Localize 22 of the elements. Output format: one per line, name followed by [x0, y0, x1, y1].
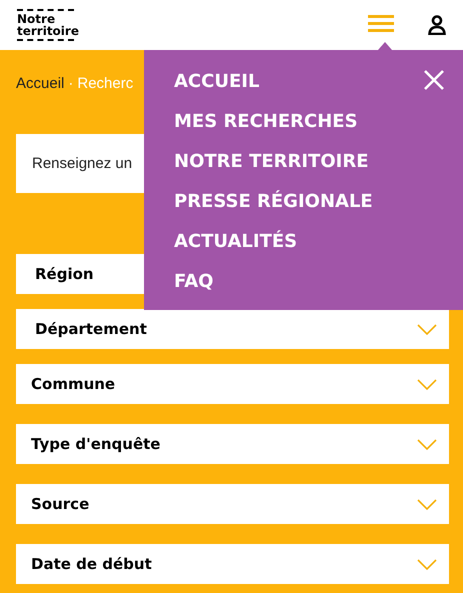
- breadcrumb-current: Recherc: [77, 75, 134, 94]
- chevron-down-icon: [417, 438, 437, 450]
- close-icon[interactable]: [424, 70, 444, 90]
- menu-item[interactable]: FAQ: [174, 268, 214, 295]
- menu-item[interactable]: PRESSE RÉGIONALE: [174, 188, 373, 215]
- filter-select[interactable]: Type d'enquête: [16, 424, 449, 464]
- filter-select[interactable]: Commune: [16, 364, 449, 404]
- filter-select[interactable]: Date de début: [16, 544, 449, 584]
- menu-item[interactable]: ACCUEIL: [174, 68, 260, 95]
- chevron-down-icon: [417, 378, 437, 390]
- chevron-down-icon: [417, 558, 437, 570]
- logo[interactable]: Notre territoire: [17, 7, 79, 43]
- breadcrumb-link[interactable]: Accueil: [16, 75, 64, 134]
- chevron-down-icon: [417, 324, 437, 334]
- filter-select[interactable]: Département: [16, 309, 449, 349]
- breadcrumb-separator: ·: [68, 75, 74, 94]
- user-icon[interactable]: [428, 15, 446, 35]
- menu-item[interactable]: ACTUALITÉS: [174, 228, 298, 255]
- menu-item[interactable]: MES RECHERCHES: [174, 108, 358, 135]
- menu-item[interactable]: NOTRE TERRITOIRE: [174, 148, 368, 175]
- filter-select[interactable]: Source: [16, 484, 449, 524]
- chevron-down-icon: [417, 498, 437, 510]
